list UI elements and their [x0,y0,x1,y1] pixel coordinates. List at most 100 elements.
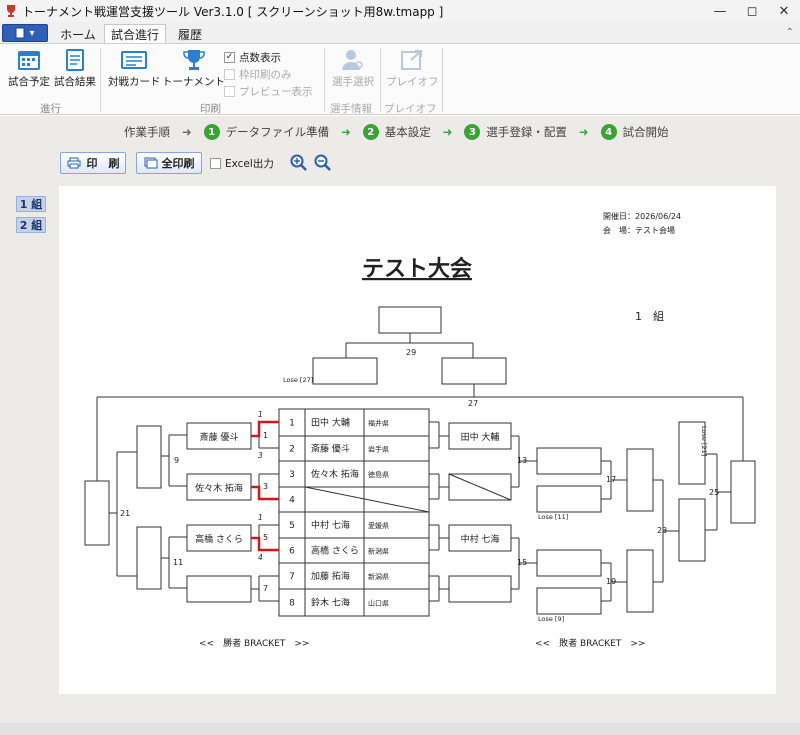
w-r1-name-1: 斎藤 優斗 [200,431,239,443]
final-right-box [441,357,507,385]
maximize-button[interactable]: ◻ [736,0,768,22]
results-button[interactable]: 試合結果 [54,48,96,89]
horizontal-scrollbar[interactable] [0,723,800,735]
match-9: 9 [174,456,179,465]
match-7: 7 [263,584,268,593]
player-pref: 新潟県 [368,572,389,581]
print-label: 印 刷 [86,157,120,170]
tab-match-progress[interactable]: 試合進行 [104,24,166,44]
preview-checkbox[interactable]: プレビュー表示 [224,84,313,99]
player-pref: 福井県 [368,419,389,428]
lose-27-label: Lose [27] [283,376,313,384]
print-group-label: 印刷 [200,103,221,115]
player-no: 8 [289,599,295,609]
tournament-title: テスト大会 [362,256,472,282]
l-r2-box-4 [536,587,602,615]
window-title: トーナメント戦運営支援ツール Ver3.1.0 [ スクリーンショット用8w.t… [22,4,444,19]
l-r3-box-1 [626,448,654,512]
step-match-start[interactable]: 試合開始 [623,124,669,140]
step-number-badge: 1 [203,124,220,140]
ribbon-separator [442,48,443,112]
tournament-print-button[interactable]: トーナメント [162,48,225,89]
player-name: 中村 七海 [311,519,350,531]
dropdown-arrow-icon: ▾ [29,27,35,39]
excel-label: Excel出力 [225,157,274,170]
player-no: 5 [289,521,295,531]
winners-bracket-label: << 勝者 BRACKET >> [199,637,309,649]
calendar-icon [18,51,40,70]
l-r2-box-2 [536,485,602,513]
arrow-icon: ➜ [341,125,351,139]
step-number-badge: 4 [600,124,617,140]
match-23: 23 [657,526,667,535]
player-name: 田中 大輔 [311,417,350,429]
lose-21-label: Lose [21] [700,426,708,456]
ribbon-tab-row: ▾ ホーム 試合進行 履歴 ⌃ [0,22,800,44]
step-number-badge: 3 [464,124,481,140]
l-r3-box-2 [626,549,654,613]
steps-label: 作業手順 [124,125,170,139]
group-tab-1[interactable]: 1 組 [16,196,46,212]
player-name: 斎藤 優斗 [311,443,350,455]
group-tabs: 1 組 2 組 [16,196,46,238]
minimize-button[interactable]: — [704,0,736,22]
user-search-icon [342,50,363,70]
score-1: 1 [258,410,263,419]
show-score-checkbox[interactable]: ✓ 点数表示 [224,50,281,65]
match-5: 5 [263,533,268,542]
schedule-button[interactable]: 試合予定 [8,48,50,89]
tab-home[interactable]: ホーム [52,24,104,44]
w-r2-box-1 [136,425,162,489]
player-select-button[interactable]: 選手選択 [332,48,374,89]
match-27: 27 [468,399,478,408]
print-all-button[interactable]: 全印刷 [136,152,202,174]
player-no: 2 [289,445,295,455]
group-label: 1 組 [635,310,664,323]
ribbon-separator [380,48,381,112]
match-1: 1 [263,431,268,440]
trophy-icon [182,50,205,70]
match-card-button[interactable]: 対戦カード [108,48,161,89]
ribbon-separator [100,48,101,112]
l-r1-name-1: 田中 大輔 [461,431,500,443]
document-icon [15,27,25,39]
w-semi-box [84,480,110,546]
tournament-label: トーナメント [162,76,225,88]
clipboard-icon [66,49,84,71]
playoff-label: プレイオフ [386,76,439,88]
player-no: 1 [289,419,295,429]
playoff-button[interactable]: プレイオフ [386,48,439,89]
close-button[interactable]: ✕ [768,0,800,22]
w-r2-box-2 [136,526,162,590]
l-final-box [730,460,756,524]
score-2: 3 [258,451,263,460]
ribbon-collapse-icon[interactable]: ⌃ [786,27,794,38]
match-29: 29 [406,348,416,357]
w-r1-name-3: 高橋 さくら [195,533,243,545]
results-label: 試合結果 [54,76,96,88]
zoom-in-icon[interactable] [290,154,308,172]
l-r1-box-4 [448,575,512,603]
print-all-icon [144,157,157,169]
player-no: 7 [289,572,295,582]
frame-only-checkbox[interactable]: 枠印刷のみ [224,67,292,82]
step-number-badge: 2 [362,124,379,140]
l-r2-box-3 [536,549,602,577]
player-name: 鈴木 七海 [311,597,350,609]
title-bar: トーナメント戦運営支援ツール Ver3.1.0 [ スクリーンショット用8w.t… [0,0,800,22]
player-pref: 岩手県 [368,445,389,454]
date-text: 開催日：2026/06/24 [603,211,681,221]
w-r1-name-2: 佐々木 拓海 [195,482,243,494]
step-basic-settings[interactable]: 基本設定 [385,124,431,140]
group-tab-2[interactable]: 2 組 [16,217,46,233]
file-menu-button[interactable]: ▾ [2,24,48,42]
excel-output-checkbox[interactable]: Excel出力 [210,156,274,171]
l-r1-name-3: 中村 七海 [461,533,500,545]
tab-history[interactable]: 履歴 [168,24,212,44]
print-button[interactable]: 印 刷 [60,152,126,174]
zoom-out-icon[interactable] [314,154,332,172]
step-data-file[interactable]: データファイル準備 [226,124,330,140]
step-player-registration[interactable]: 選手登録・配置 [486,124,567,140]
match-21: 21 [120,509,130,518]
loser-bye-diagonal [448,473,512,501]
